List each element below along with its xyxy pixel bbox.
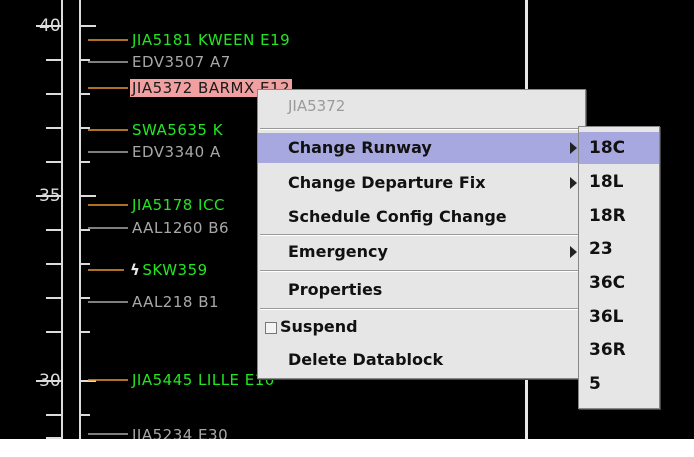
menu-item-delete-datablock[interactable]: Delete Datablock <box>258 345 585 375</box>
menu-item-change-departure-fix[interactable]: Change Departure Fix <box>258 168 585 198</box>
runway-option-23[interactable]: 23 <box>579 233 659 265</box>
menu-item-label: Emergency <box>288 242 388 261</box>
runway-label: 18C <box>589 138 626 158</box>
runway-label: 5 <box>589 374 601 394</box>
runway-option-18l[interactable]: 18L <box>579 166 659 198</box>
flight-tag[interactable]: JIA5181 KWEEN E19 <box>132 31 290 49</box>
menu-item-suspend[interactable]: Suspend <box>258 312 585 342</box>
runway-submenu: 18C 18L 18R 23 36C 36L 36R 5 <box>578 126 660 409</box>
menu-item-label: Change Runway <box>288 138 432 157</box>
flight-tag[interactable]: EDV3507 A7 <box>132 53 231 71</box>
runway-option-18r[interactable]: 18R <box>579 200 659 232</box>
scale-label-40: 40 <box>39 16 61 36</box>
flight-tag[interactable]: AAL1260 B6 <box>132 219 229 237</box>
menu-item-label: Properties <box>288 280 383 299</box>
runway-label: 18R <box>589 206 626 226</box>
runway-label: 36L <box>589 307 624 327</box>
submenu-arrow-icon <box>570 142 577 154</box>
flight-tag[interactable]: EDV3340 A <box>132 143 221 161</box>
menu-item-properties[interactable]: Properties <box>258 275 585 305</box>
menu-item-label: Suspend <box>280 317 358 336</box>
flight-tag[interactable]: JIA5445 LILLE E10 <box>132 371 275 389</box>
menu-item-label: Delete Datablock <box>288 350 444 369</box>
menu-item-schedule-config-change[interactable]: Schedule Config Change <box>258 202 585 232</box>
menu-separator <box>260 270 583 272</box>
flight-tag[interactable]: JIA5234 E30 <box>132 426 228 439</box>
context-menu: JIA5372 Change Runway Change Departure F… <box>257 89 586 379</box>
runway-option-36l[interactable]: 36L <box>579 301 659 333</box>
menu-separator <box>260 234 583 236</box>
runway-label: 18L <box>589 172 624 192</box>
runway-option-5[interactable]: 5 <box>579 368 659 400</box>
runway-option-36r[interactable]: 36R <box>579 334 659 366</box>
flight-tag[interactable]: ϟ SKW359 <box>130 261 208 279</box>
menu-separator <box>260 128 583 130</box>
submenu-arrow-icon <box>570 246 577 258</box>
timeline-display: 40 35 30 JIA5181 KWEEN E19 EDV3507 A7 JI… <box>0 0 694 457</box>
scale-label-30: 30 <box>39 371 61 391</box>
flight-tag[interactable]: AAL218 B1 <box>132 293 219 311</box>
runway-label: 36R <box>589 340 626 360</box>
flight-callsign: SKW359 <box>142 261 208 279</box>
menu-header-label: JIA5372 <box>288 97 346 115</box>
runway-option-18c[interactable]: 18C <box>579 132 659 164</box>
runway-label: 23 <box>589 239 613 259</box>
menu-item-change-runway[interactable]: Change Runway <box>258 133 585 163</box>
flight-tag[interactable]: JIA5178 ICC <box>132 196 225 214</box>
menu-item-emergency[interactable]: Emergency <box>258 237 585 267</box>
context-menu-header: JIA5372 <box>258 92 585 122</box>
runway-option-36c[interactable]: 36C <box>579 267 659 299</box>
scale-label-35: 35 <box>39 186 61 206</box>
menu-item-label: Change Departure Fix <box>288 173 486 192</box>
suspend-checkbox[interactable] <box>265 322 277 334</box>
lightning-bolt-icon: ϟ <box>130 261 141 279</box>
runway-label: 36C <box>589 273 626 293</box>
submenu-arrow-icon <box>570 177 577 189</box>
menu-separator <box>260 308 583 310</box>
flight-tag[interactable]: SWA5635 K <box>132 121 223 139</box>
menu-item-label: Schedule Config Change <box>288 207 507 226</box>
